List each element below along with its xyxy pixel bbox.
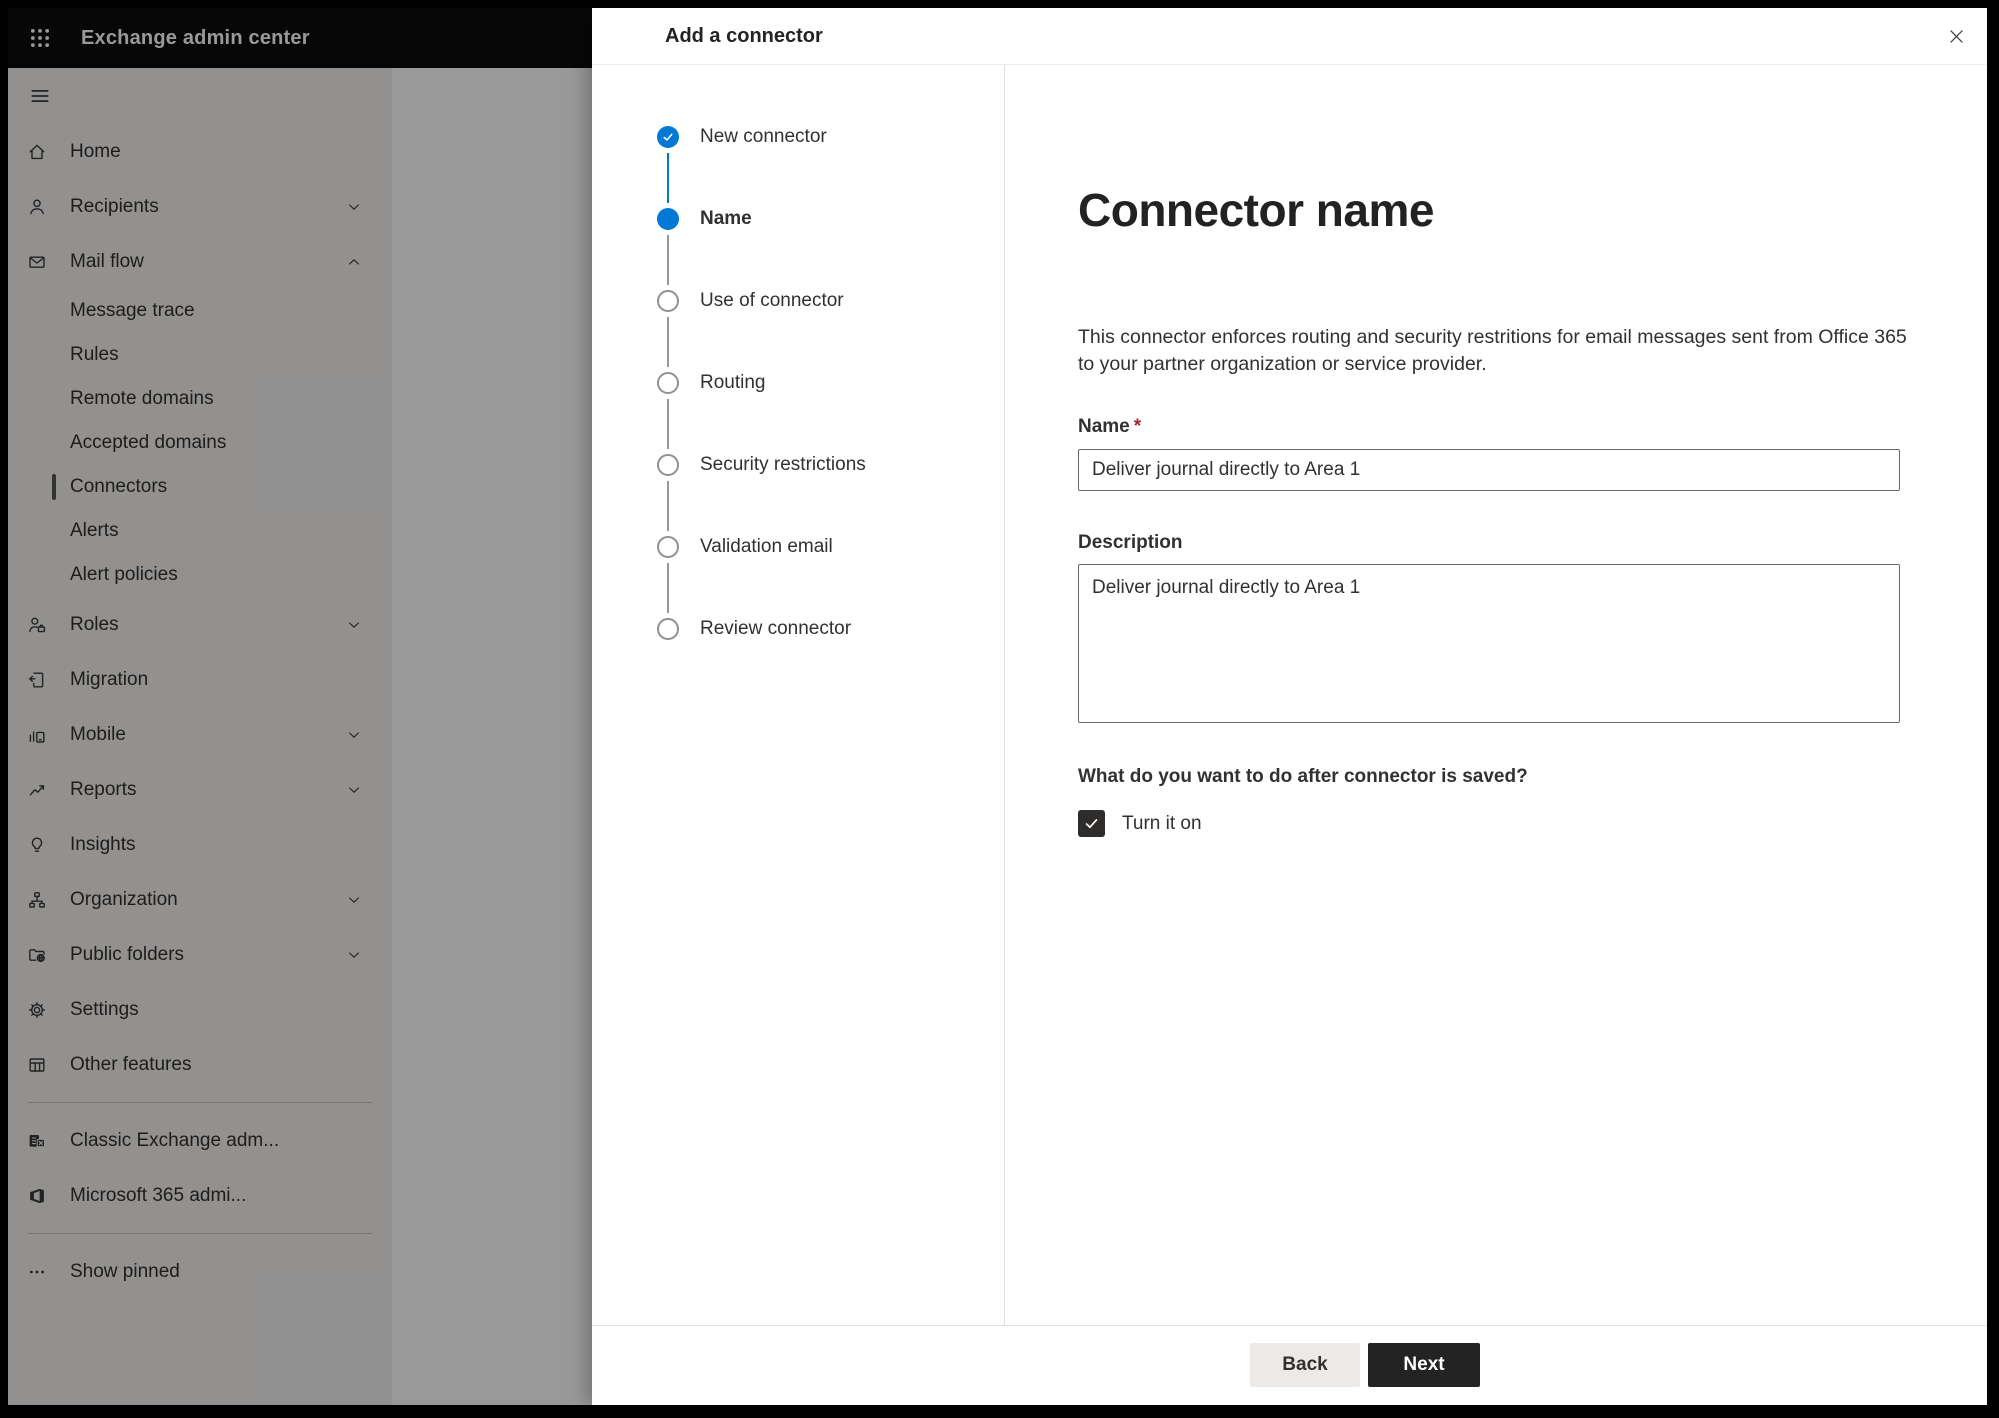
required-asterisk: * — [1133, 416, 1142, 437]
step-label: Use of connector — [700, 290, 844, 311]
turn-it-on-label: Turn it on — [1122, 812, 1202, 834]
wizard-steps: New connector Name Use of connector Rout… — [592, 65, 1005, 1325]
step-current-icon — [657, 208, 679, 230]
step-upcoming-icon — [657, 290, 679, 312]
step-upcoming-icon — [657, 618, 679, 640]
step-page-title: Connector name — [1078, 184, 1434, 236]
name-input[interactable] — [1078, 449, 1900, 491]
step-connector-line — [667, 481, 669, 531]
step-completed-icon — [657, 126, 679, 148]
dialog-header: Add a connector — [592, 8, 1987, 65]
step-page-description: This connector enforces routing and secu… — [1078, 326, 1907, 375]
step-connector-line — [667, 317, 669, 367]
step-label: New connector — [700, 126, 827, 147]
turn-it-on-checkbox-row[interactable]: Turn it on — [1078, 810, 1202, 837]
step-upcoming-icon — [657, 372, 679, 394]
dialog-title: Add a connector — [665, 25, 823, 47]
back-button[interactable]: Back — [1250, 1343, 1360, 1387]
step-connector-line — [667, 563, 669, 613]
screen: Exchange admin center Home Recipients Ma… — [8, 8, 1987, 1405]
footer-divider — [592, 1325, 1987, 1326]
step-connector-line — [667, 235, 669, 285]
step-label: Name — [700, 208, 752, 229]
step-upcoming-icon — [657, 454, 679, 476]
step-label: Security restrictions — [700, 454, 866, 475]
step-connector-line — [667, 399, 669, 449]
step-label: Review connector — [700, 618, 852, 639]
description-textarea[interactable]: Deliver journal directly to Area 1 — [1078, 564, 1900, 723]
after-save-question: What do you want to do after connector i… — [1078, 766, 1528, 787]
checkbox-checked-icon[interactable] — [1078, 810, 1105, 837]
step-upcoming-icon — [657, 536, 679, 558]
next-button[interactable]: Next — [1368, 1343, 1480, 1387]
name-field-label: Name * — [1078, 416, 1142, 437]
close-button[interactable] — [1939, 19, 1973, 53]
close-icon — [1949, 29, 1963, 43]
step-label: Validation email — [700, 536, 833, 557]
add-connector-dialog: Add a connector New connector Name Use o… — [592, 8, 1987, 1405]
step-connector-line — [667, 153, 669, 203]
description-field-label: Description — [1078, 532, 1183, 553]
step-label: Routing — [700, 372, 766, 393]
